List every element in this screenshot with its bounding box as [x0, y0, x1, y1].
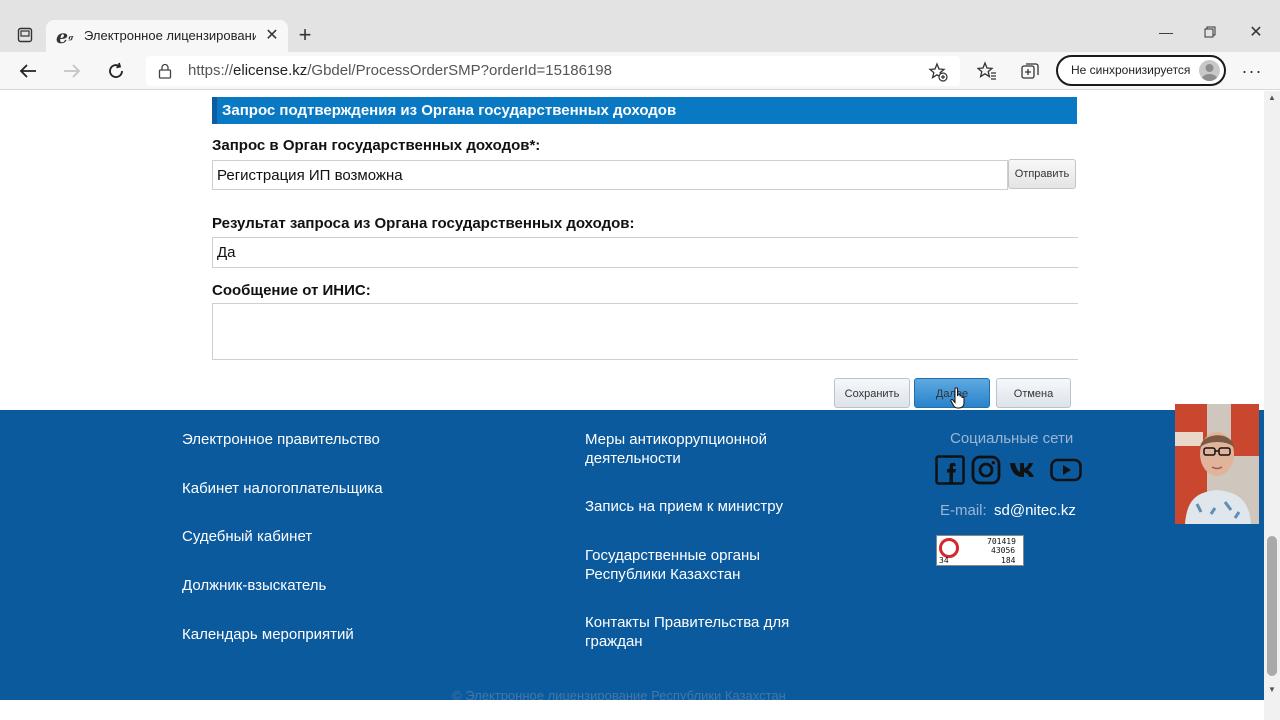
minimize-icon[interactable]: —: [1156, 22, 1176, 42]
edge-favicon-icon: eᵍ: [56, 26, 74, 48]
email-link[interactable]: sd@nitec.kz: [994, 502, 1076, 519]
vk-icon[interactable]: [1009, 455, 1039, 485]
counter-logo-icon: [939, 538, 959, 558]
tab-title: Электронное лицензирование: [84, 28, 256, 43]
collections-icon[interactable]: [1019, 60, 1041, 82]
back-arrow-icon[interactable]: [16, 60, 40, 82]
send-button[interactable]: Отправить: [1008, 159, 1076, 189]
footer-link-gov-bodies[interactable]: Государственные органы Республики Казахс…: [585, 546, 760, 584]
page-bottom-strip: [0, 700, 1264, 720]
profile-sync-button[interactable]: Не синхронизируется: [1056, 55, 1226, 86]
footer-link-line: Контакты Правительства для: [585, 614, 790, 631]
scroll-down-icon[interactable]: ▼: [1268, 685, 1276, 694]
add-favorite-icon[interactable]: [928, 62, 948, 82]
browser-toolbar: https://elicense.kz/Gbdel/ProcessOrderSM…: [0, 52, 1280, 90]
more-icon[interactable]: ···: [1240, 60, 1264, 82]
close-window-icon[interactable]: ✕: [1246, 22, 1266, 42]
footer-link-anticorruption[interactable]: Меры антикоррупционной деятельности: [585, 430, 767, 468]
page-viewport: Запрос подтверждения из Органа государст…: [0, 91, 1264, 720]
youtube-icon[interactable]: [1050, 455, 1082, 485]
favorites-icon[interactable]: [976, 60, 998, 82]
footer-link-egov[interactable]: Электронное правительство: [182, 430, 380, 449]
facebook-icon[interactable]: [935, 455, 965, 485]
footer-link-line: граждан: [585, 633, 643, 650]
visitor-counter-badge[interactable]: 701419 43056 184 34: [936, 535, 1024, 566]
url-text[interactable]: https://elicense.kz/Gbdel/ProcessOrderSM…: [188, 62, 612, 79]
scrollbar-thumb[interactable]: [1267, 536, 1277, 676]
url-prefix: https://: [188, 62, 234, 79]
request-input[interactable]: Регистрация ИП возможна: [212, 160, 1008, 190]
site-footer: Электронное правительство Кабинет налого…: [0, 410, 1264, 703]
footer-link-line: Республики Казахстан: [585, 566, 741, 583]
counter-value: 43056: [991, 546, 1016, 555]
hand-pointer-icon: [950, 387, 966, 409]
result-label: Результат запроса из Органа государствен…: [212, 215, 635, 232]
footer-link-line: Меры антикоррупционной: [585, 431, 767, 448]
url-path: /Gbdel/ProcessOrderSMP?orderId=15186198: [307, 62, 612, 79]
counter-value: 701419: [987, 537, 1016, 546]
scroll-up-icon[interactable]: ▲: [1268, 93, 1276, 102]
new-tab-plus-icon[interactable]: +: [294, 22, 316, 47]
browser-titlebar: eᵍ Электронное лицензирование ✕ + — ✕: [0, 0, 1280, 52]
counter-value: 34: [939, 556, 949, 565]
forward-arrow-icon[interactable]: [60, 60, 84, 82]
page-scrollbar[interactable]: ▲ ▼: [1264, 91, 1280, 720]
footer-link-contacts[interactable]: Контакты Правительства для граждан: [585, 613, 789, 651]
social-title: Социальные сети: [950, 430, 1074, 447]
avatar-icon: [1199, 60, 1220, 81]
footer-link-calendar[interactable]: Календарь мероприятий: [182, 625, 354, 644]
refresh-icon[interactable]: [104, 60, 128, 82]
save-button[interactable]: Сохранить: [834, 378, 910, 408]
footer-link-debtor[interactable]: Должник-взыскатель: [182, 576, 326, 595]
sync-status-label: Не синхронизируется: [1071, 63, 1191, 77]
message-label: Сообщение от ИНИС:: [212, 282, 371, 299]
footer-link-line: Государственные органы: [585, 547, 761, 564]
webcam-overlay: [1175, 404, 1259, 524]
counter-value: 184: [1001, 556, 1016, 565]
request-label: Запрос в Орган государственных доходов*:: [212, 137, 541, 154]
lock-icon[interactable]: [158, 63, 174, 79]
footer-link-line: деятельности: [585, 450, 681, 467]
restore-icon[interactable]: [1200, 22, 1220, 42]
footer-link-minister[interactable]: Запись на прием к министру: [585, 497, 783, 516]
footer-link-court[interactable]: Судебный кабинет: [182, 527, 312, 546]
result-field[interactable]: Да: [212, 237, 1078, 268]
instagram-icon[interactable]: [971, 455, 1001, 485]
url-host: elicense.kz: [233, 62, 308, 79]
footer-link-taxpayer[interactable]: Кабинет налогоплательщика: [182, 479, 383, 498]
cancel-button[interactable]: Отмена: [996, 378, 1071, 408]
tab-actions-icon[interactable]: [14, 24, 36, 46]
address-bar[interactable]: https://elicense.kz/Gbdel/ProcessOrderSM…: [146, 56, 960, 86]
email-label: E-mail:: [940, 502, 987, 519]
message-textarea[interactable]: [212, 303, 1078, 360]
browser-tab[interactable]: eᵍ Электронное лицензирование ✕: [46, 20, 288, 52]
tab-close-icon[interactable]: ✕: [262, 25, 282, 45]
footer-link-line: Запись на прием к министру: [585, 498, 783, 515]
section-title: Запрос подтверждения из Органа государст…: [212, 97, 1077, 124]
